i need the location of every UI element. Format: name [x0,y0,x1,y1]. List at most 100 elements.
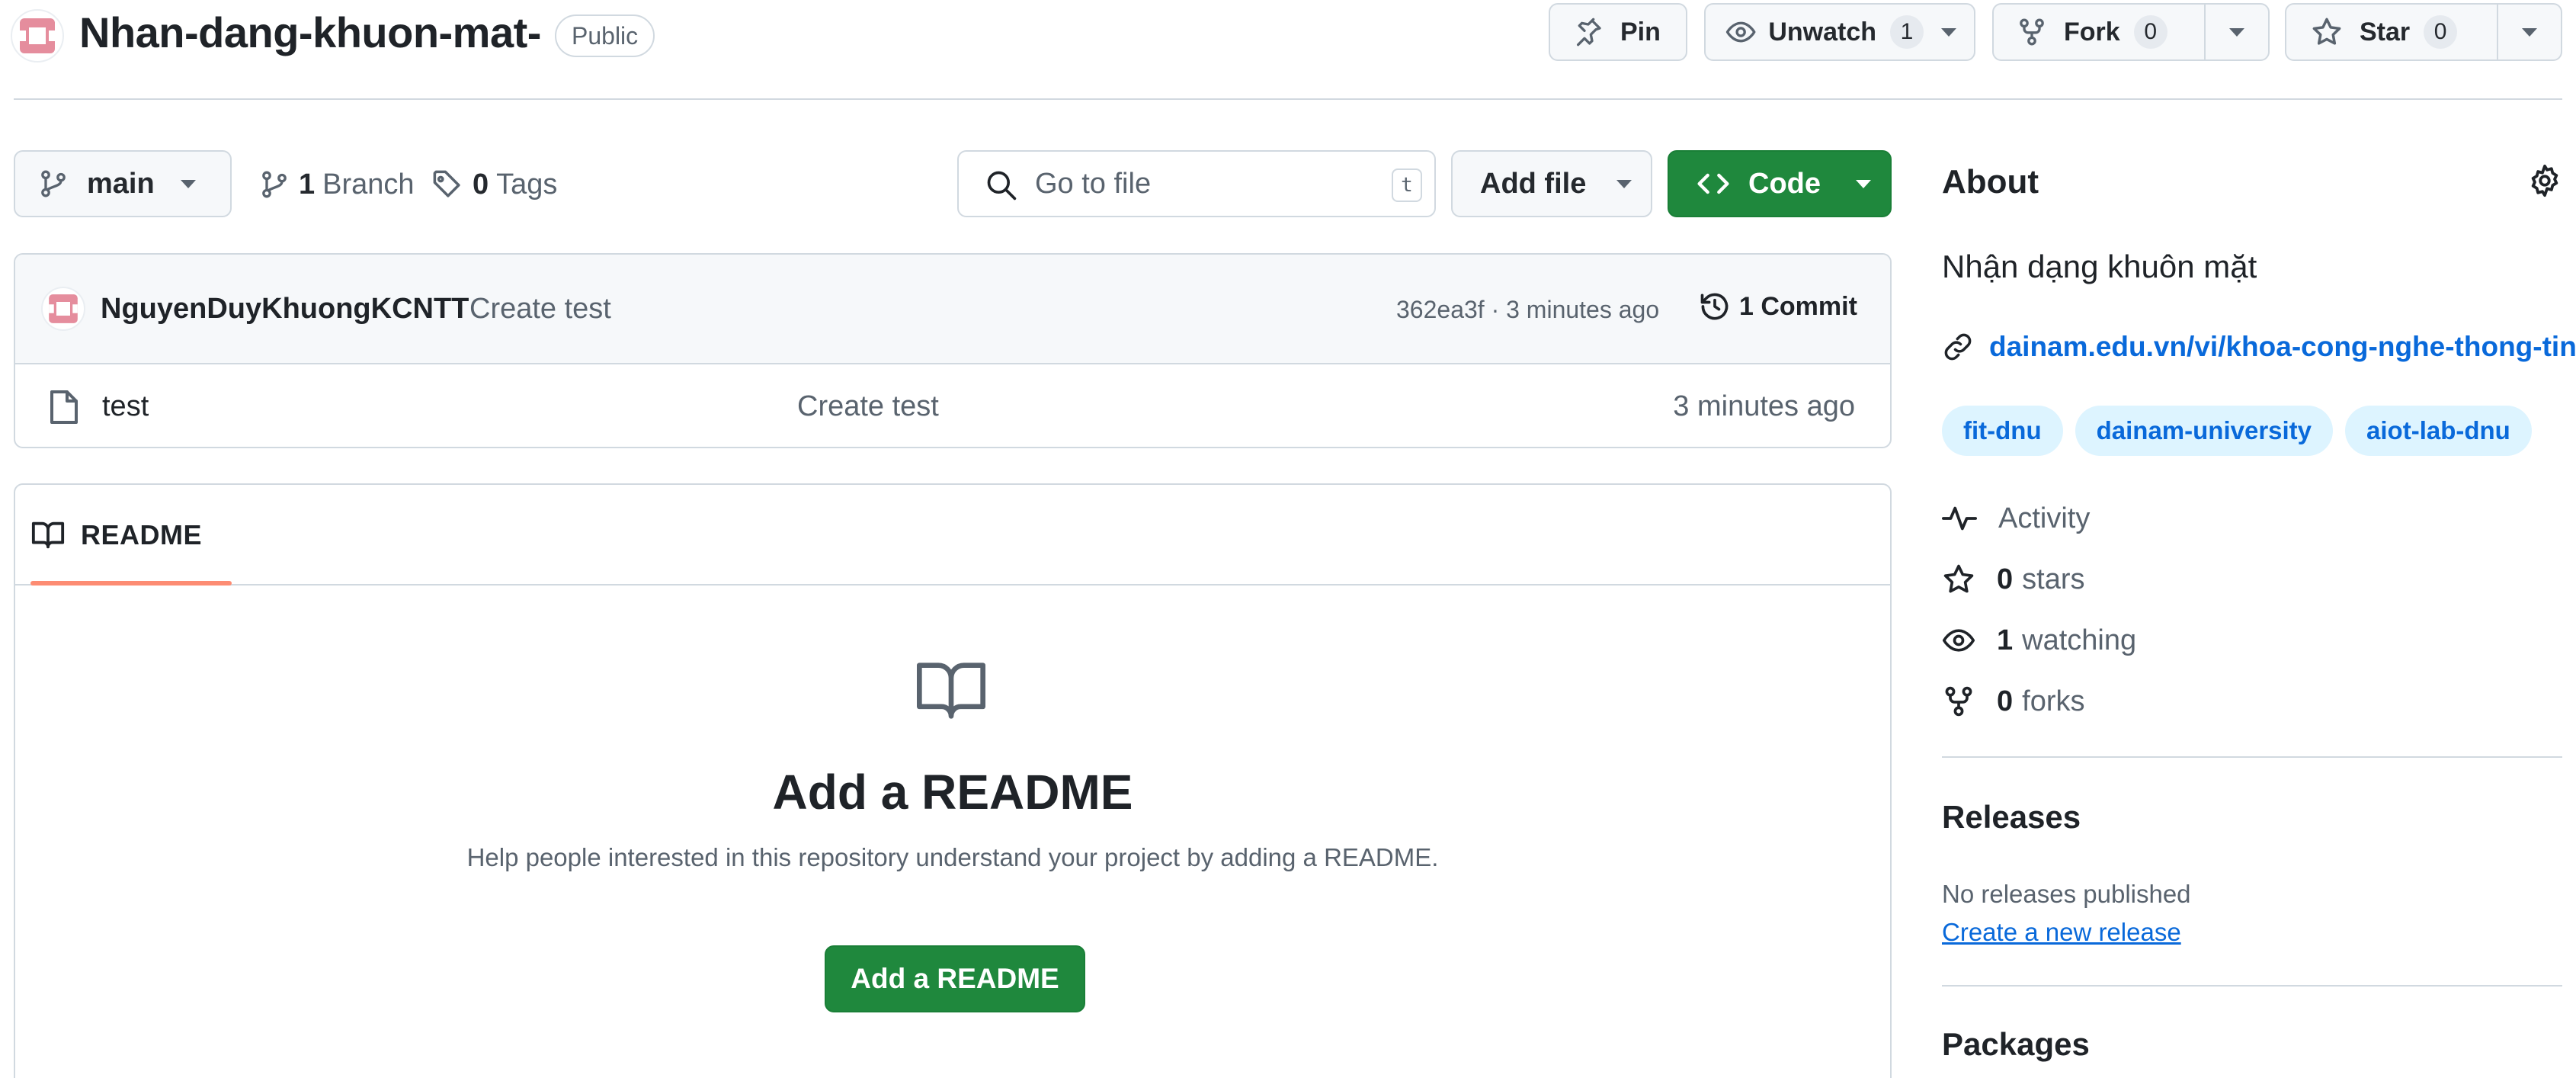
commit-author[interactable]: NguyenDuyKhuongKCNTT [101,293,469,326]
topic-tag[interactable]: aiot-lab-dnu [2345,406,2532,456]
repo-title[interactable]: Nhan-dang-khuon-mat- [79,8,541,57]
watch-count: 1 [1890,15,1924,49]
tag-label: Tags [496,168,558,201]
fork-count: 0 [2133,15,2167,49]
about-heading: About [1942,163,2039,201]
link-icon [1944,333,1972,361]
star-button-group[interactable]: Star 0 [2285,3,2562,61]
packages-heading[interactable]: Packages [1942,1026,2090,1063]
latest-commit-bar: NguyenDuyKhuongKCNTT Create test 362ea3f… [15,255,1890,364]
tag-icon [433,170,460,197]
website-row: dainam.edu.vn/vi/khoa-cong-nghe-thong-ti… [1942,331,2576,363]
gear-icon[interactable] [2527,163,2562,198]
pin-icon [1577,18,1601,47]
forks-count: 0 [1997,685,2014,717]
search-icon [987,171,1017,201]
commit-meta[interactable]: 362ea3f · 3 minutes ago [1396,296,1659,324]
tags-link[interactable]: 0 Tags [431,163,557,206]
star-label: Star [2360,17,2411,47]
stars-count: 0 [1997,563,2014,595]
create-release-link[interactable]: Create a new release [1942,918,2181,947]
caret-down-icon [2522,27,2537,37]
fork-button-group[interactable]: Fork 0 [1992,3,2270,61]
star-icon [2312,18,2341,45]
eye-icon [1942,629,1975,652]
activity-label: Activity [1998,502,2091,534]
caret-down-icon [1856,179,1871,188]
commit-message[interactable]: Create test [469,293,611,326]
star-button[interactable]: Star 0 [2286,5,2497,59]
sidebar-divider [1942,985,2562,987]
watching-count: 1 [1997,624,2014,656]
readme-panel: README Add a README Help people interest… [14,483,1892,1078]
tag-count: 0 [473,168,489,201]
code-label: Code [1748,167,1821,200]
code-icon [1697,173,1729,194]
file-commit-time: 3 minutes ago [1673,390,1855,422]
commits-link[interactable]: 1 Commit [1698,290,1857,323]
watch-dropdown[interactable] [1924,5,1974,59]
book-icon [31,521,65,549]
file-browser: NguyenDuyKhuongKCNTT Create test 362ea3f… [14,253,1892,448]
file-commit-message[interactable]: Create test [797,390,939,423]
topics-list: fit-dnu dainam-university aiot-lab-dnu [1942,406,2532,456]
caret-down-icon [1941,27,1956,37]
active-tab-indicator [30,581,232,586]
visibility-badge: Public [555,14,655,57]
table-row[interactable]: test Create test 3 minutes ago [15,364,1890,447]
branch-selector[interactable]: main [14,150,232,217]
file-icon [50,390,78,424]
caret-down-icon [2229,27,2244,37]
watching-link[interactable]: 1 watching [1942,619,2136,662]
readme-empty-title: Add a README [772,765,1133,820]
search-input[interactable] [1035,164,1340,204]
watching-label: watching [2022,624,2137,656]
commit-author-avatar[interactable] [41,287,85,331]
star-icon [1943,564,1974,593]
topic-tag[interactable]: fit-dnu [1942,406,2063,456]
header-divider [14,98,2562,100]
activity-link[interactable]: Activity [1942,497,2090,540]
star-count: 0 [2424,15,2458,49]
fork-label: Fork [2064,17,2120,47]
add-readme-button[interactable]: Add a README [825,945,1085,1012]
website-link[interactable]: dainam.edu.vn/vi/khoa-cong-nghe-thong-ti… [1989,331,2576,363]
fork-icon [1945,686,1972,717]
no-releases-text: No releases published [1942,880,2191,908]
add-file-label: Add file [1480,167,1587,200]
code-button[interactable]: Code [1668,150,1892,217]
readme-tab-bar: README [15,485,1890,586]
branch-label: Branch [322,168,415,201]
branch-icon [262,171,287,198]
forks-label: forks [2022,685,2085,717]
repo-owner-avatar[interactable] [11,9,64,63]
keyboard-shortcut-hint: t [1392,168,1422,202]
fork-button[interactable]: Fork 0 [1994,5,2204,59]
branch-count: 1 [299,168,316,201]
fork-icon [2020,18,2044,46]
branches-link[interactable]: 1 Branch [259,163,415,206]
branch-icon [41,170,66,197]
pin-label: Pin [1620,17,1661,47]
stars-link[interactable]: 0 stars [1942,558,2085,601]
repo-description: Nhận dạng khuôn mặt [1942,249,2257,284]
add-file-button[interactable]: Add file [1451,150,1652,217]
readme-empty-description: Help people interested in this repositor… [466,843,1439,871]
history-icon [1700,293,1729,320]
releases-heading[interactable]: Releases [1942,799,2081,836]
caret-down-icon [1616,179,1632,188]
fork-dropdown[interactable] [2206,5,2268,59]
unwatch-label: Unwatch [1768,17,1876,47]
pin-button[interactable]: Pin [1549,3,1687,61]
file-name[interactable]: test [102,390,149,423]
unwatch-button[interactable]: Unwatch 1 [1704,3,1975,61]
pulse-icon [1942,506,1977,531]
star-dropdown[interactable] [2498,5,2561,59]
sidebar-divider [1942,756,2562,758]
topic-tag[interactable]: dainam-university [2075,406,2334,456]
eye-icon [1725,21,1756,43]
caret-down-icon [180,179,196,188]
tab-readme[interactable]: README [30,512,202,558]
go-to-file-search[interactable]: t [957,150,1436,217]
forks-link[interactable]: 0 forks [1942,680,2085,723]
